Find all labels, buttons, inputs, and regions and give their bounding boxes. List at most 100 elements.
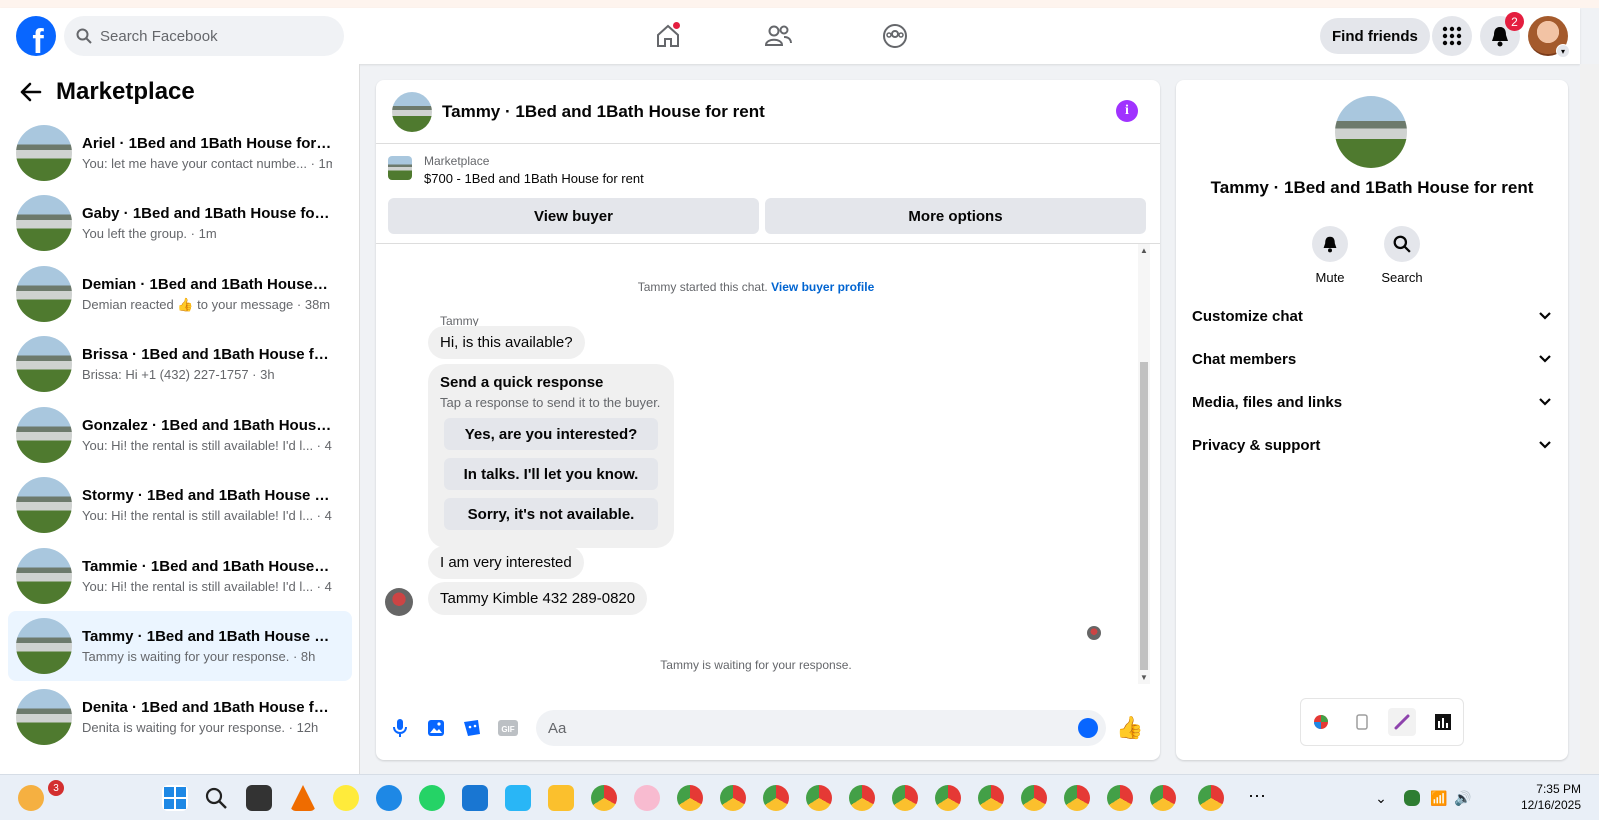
chrome-profile-icon[interactable] [935, 785, 961, 811]
section-label: Customize chat [1192, 307, 1303, 325]
edge-icon[interactable] [376, 785, 402, 811]
chat-avatar[interactable] [392, 91, 432, 132]
conversation-item[interactable]: Stormy · 1Bed and 1Bath House for... You:… [8, 470, 352, 540]
start-icon[interactable] [162, 785, 188, 811]
mute-button[interactable]: Mute [1308, 226, 1352, 285]
chrome-profile-icon[interactable] [1064, 785, 1090, 811]
sticker-icon[interactable] [460, 716, 484, 740]
message-scrollbar[interactable]: ▲ ▼ [1138, 244, 1150, 684]
search-icon[interactable] [203, 785, 229, 811]
microphone-icon[interactable] [388, 716, 412, 740]
chrome-profile-icon[interactable] [1150, 785, 1176, 811]
chat-profile-photo[interactable] [1335, 96, 1407, 168]
clock-time: 7:35 PM [1536, 782, 1581, 796]
listing-thumbnail[interactable] [388, 156, 412, 180]
tray-app-icon[interactable] [1404, 790, 1420, 806]
info-icon[interactable]: i [1116, 100, 1138, 122]
quick-response-not-available-button[interactable]: Sorry, it's not available. [444, 498, 658, 530]
conversation-item[interactable]: Tammy · 1Bed and 1Bath House for... Tammy… [8, 611, 352, 681]
keyboard-app-icon[interactable] [505, 785, 531, 811]
conversation-preview: You: Hi! the rental is still available! … [82, 508, 332, 523]
volume-icon[interactable]: 🔊 [1454, 785, 1480, 811]
file-explorer-icon[interactable] [548, 785, 574, 811]
more-options-button[interactable]: More options [765, 198, 1146, 234]
message-bubble[interactable]: Tammy Kimble 432 289-0820 [428, 582, 648, 615]
search-input[interactable]: Search Facebook [64, 16, 344, 56]
chrome-profile-icon[interactable] [1107, 785, 1133, 811]
scroll-down-arrow-icon[interactable]: ▼ [1140, 673, 1148, 682]
message-bubble[interactable]: Hi, is this available? [428, 326, 585, 359]
home-icon[interactable] [652, 20, 684, 52]
tray-chevron-icon[interactable]: ⌄ [1368, 785, 1394, 811]
customize-chat-section[interactable]: Customize chat [1192, 296, 1552, 336]
media-files-links-section[interactable]: Media, files and links [1192, 382, 1552, 422]
conversation-item[interactable]: Brissa · 1Bed and 1Bath House for r... Br… [8, 329, 352, 399]
privacy-support-section[interactable]: Privacy & support [1192, 425, 1552, 465]
chrome-profile-icon[interactable] [763, 785, 789, 811]
vlc-icon[interactable] [290, 785, 316, 811]
sender-avatar[interactable] [385, 588, 413, 616]
chrome-profile-icon[interactable] [1021, 785, 1047, 811]
store-icon[interactable] [462, 785, 488, 811]
task-view-icon[interactable] [246, 785, 272, 811]
weather-icon[interactable]: 3 [18, 780, 64, 811]
back-arrow-icon[interactable] [20, 82, 42, 102]
chrome-profile-icon[interactable] [1198, 785, 1224, 811]
message-bubble[interactable]: I am very interested [428, 546, 584, 579]
facebook-logo[interactable]: f [16, 16, 56, 56]
photo-icon[interactable] [424, 716, 448, 740]
color-picker-icon[interactable] [1307, 708, 1335, 736]
snapchat-icon[interactable] [333, 785, 359, 811]
pen-icon[interactable] [1388, 708, 1417, 736]
quick-response-in-talks-button[interactable]: In talks. I'll let you know. [444, 458, 658, 490]
chrome-profile-icon[interactable] [677, 785, 703, 811]
conversation-item[interactable]: Tammie · 1Bed and 1Bath House fo... You: … [8, 541, 352, 611]
wifi-icon[interactable]: 📶 [1430, 785, 1456, 811]
profile-avatar[interactable]: ▾ [1528, 16, 1570, 58]
conversation-item[interactable]: Gonzalez · 1Bed and 1Bath House f... You:… [8, 400, 352, 470]
chart-icon[interactable] [1429, 708, 1457, 736]
app-icon[interactable] [634, 785, 660, 811]
message-thread: Tammy started this chat. View buyer prof… [376, 244, 1136, 694]
thumbs-up-icon[interactable]: 👍 [1116, 715, 1143, 741]
scroll-thumb[interactable] [1140, 362, 1148, 670]
quick-response-card: Send a quick response Tap a response to … [428, 364, 674, 548]
mute-label: Mute [1315, 270, 1345, 285]
conversation-item[interactable]: Demian · 1Bed and 1Bath House fo... Demia… [8, 259, 352, 329]
find-friends-button[interactable]: Find friends [1320, 18, 1430, 54]
menu-grid-icon[interactable] [1432, 16, 1472, 56]
chat-title[interactable]: Tammy · 1Bed and 1Bath House for rent [442, 102, 765, 122]
chrome-profile-icon[interactable] [720, 785, 746, 811]
search-chat-button[interactable]: Search [1380, 226, 1424, 285]
chat-members-section[interactable]: Chat members [1192, 339, 1552, 379]
chrome-profile-icon[interactable] [892, 785, 918, 811]
conversation-item[interactable]: Ariel · 1Bed and 1Bath House for re... Yo… [8, 118, 352, 188]
whatsapp-icon[interactable] [419, 785, 445, 811]
friends-icon[interactable] [762, 20, 794, 52]
conversation-thumbnail [16, 618, 72, 674]
view-buyer-button[interactable]: View buyer [388, 198, 759, 234]
gif-icon[interactable]: GIF [496, 716, 520, 740]
conversation-item[interactable]: Gaby · 1Bed and 1Bath House for r... You … [8, 188, 352, 258]
quick-response-yes-button[interactable]: Yes, are you interested? [444, 418, 658, 450]
groups-icon[interactable] [879, 20, 911, 52]
chrome-icon[interactable] [591, 785, 617, 811]
page-scrollbar[interactable] [1580, 64, 1599, 774]
chrome-profile-icon[interactable] [849, 785, 875, 811]
scroll-up-arrow-icon[interactable]: ▲ [1140, 246, 1148, 255]
chrome-profile-icon[interactable] [806, 785, 832, 811]
conversation-name: Gaby · 1Bed and 1Bath House for r... [82, 205, 332, 222]
chrome-profile-icon[interactable] [978, 785, 1004, 811]
message-input[interactable]: Aa [536, 710, 1106, 746]
conversation-item[interactable]: Denita · 1Bed and 1Bath House for ... Den… [8, 682, 352, 752]
view-buyer-profile-link[interactable]: View buyer profile [771, 280, 874, 294]
notifications-bell-icon[interactable]: 2 [1480, 12, 1524, 56]
listing-title[interactable]: $700 - 1Bed and 1Bath House for rent [424, 171, 644, 186]
emoji-icon[interactable] [1078, 718, 1098, 738]
eraser-icon[interactable] [1348, 708, 1376, 736]
conversation-name: Demian · 1Bed and 1Bath House fo... [82, 275, 332, 293]
clock-date: 12/16/2025 [1520, 798, 1581, 812]
more-apps-icon[interactable]: ⋯ [1244, 785, 1270, 811]
home-notification-dot [673, 22, 680, 29]
clock[interactable]: 7:35 PM 12/16/2025 [1521, 781, 1581, 813]
